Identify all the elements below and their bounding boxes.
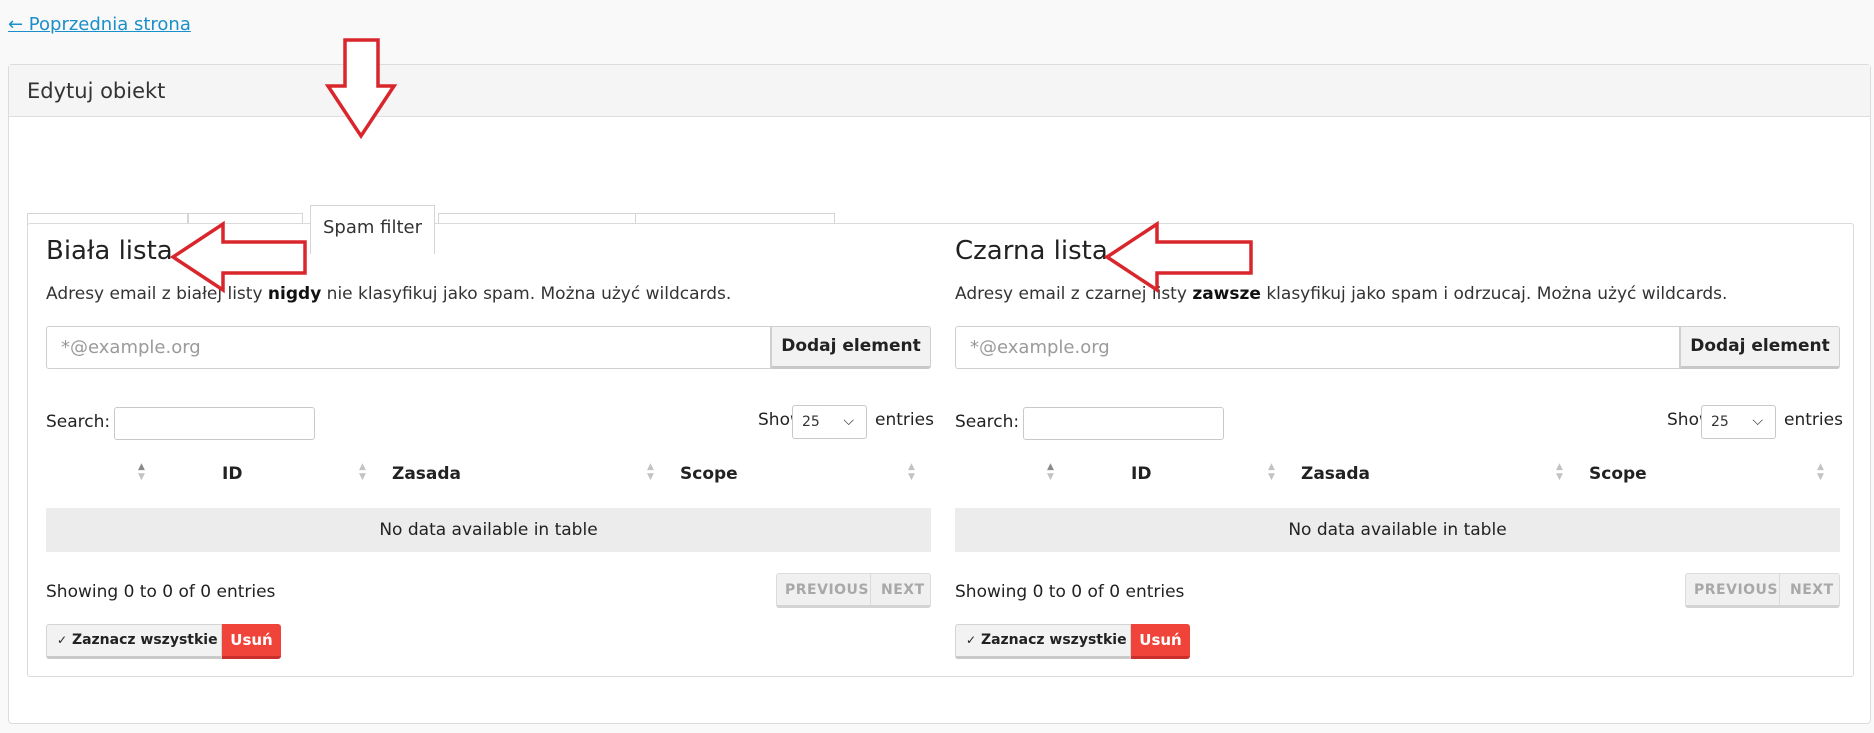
annotation-arrows [169, 38, 1253, 294]
left-arrow-icon [169, 220, 307, 294]
tab-spam-filter[interactable]: Spam filter [310, 205, 435, 254]
down-arrow-icon [324, 38, 398, 140]
left-arrow-icon [1103, 220, 1253, 294]
